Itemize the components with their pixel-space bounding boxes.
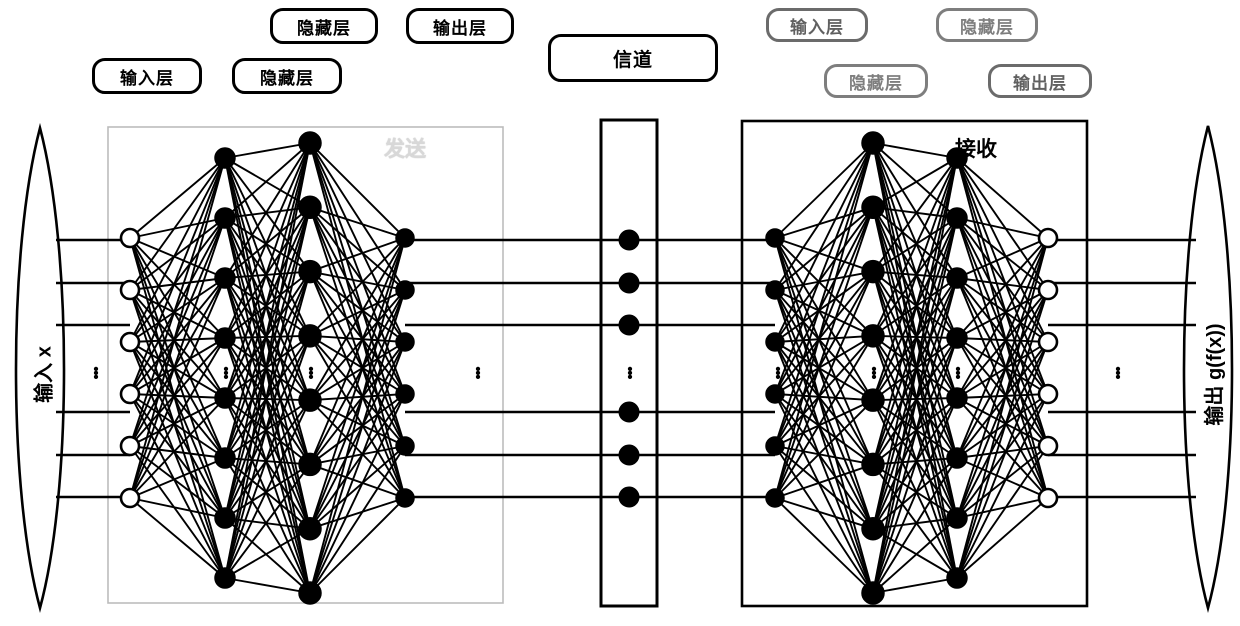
label-tx-hidden-layer-2[interactable]: 隐藏层 [270, 8, 378, 44]
label-text: 隐藏层 [260, 68, 314, 88]
side-label-input-text: 输入 x [33, 346, 56, 403]
side-label-output: 输出 g(f(x)) [1198, 302, 1227, 447]
label-rx-input-layer[interactable]: 输入层 [766, 8, 868, 42]
label-text: 信道 [612, 49, 653, 71]
label-text: 输入层 [120, 68, 174, 88]
ellipsis-rx-hidden2: • • • [955, 361, 961, 386]
caption-receiver: 接收 [955, 138, 997, 161]
label-rx-output-layer[interactable]: 输出层 [988, 64, 1092, 98]
label-text: 输入层 [790, 17, 844, 37]
label-text: 输出层 [433, 18, 487, 38]
receiver-network [765, 131, 1059, 605]
label-text: 隐藏层 [849, 73, 903, 93]
label-channel[interactable]: 信道 [548, 34, 718, 82]
label-text: 隐藏层 [297, 18, 351, 38]
ellipsis-channel: • • • [627, 361, 633, 386]
ellipsis-rx-output: • • • [1115, 361, 1121, 386]
ellipsis-tx-hidden2: • • • [308, 361, 314, 386]
ellipsis-rx-input: • • • [775, 361, 781, 386]
label-tx-input-layer[interactable]: 输入层 [92, 58, 202, 94]
label-tx-output-layer[interactable]: 输出层 [406, 8, 514, 44]
label-rx-hidden-layer-2[interactable]: 隐藏层 [824, 64, 928, 98]
label-rx-hidden-layer-1[interactable]: 隐藏层 [936, 8, 1038, 42]
label-text: 隐藏层 [960, 17, 1014, 37]
diagram-canvas: 输入层 隐藏层 隐藏层 输出层 信道 输入层 隐藏层 隐藏层 输出层 发送 接收… [0, 0, 1240, 626]
caption-transmitter: 发送 [384, 138, 426, 161]
ellipsis-tx-output: • • • [475, 361, 481, 386]
ellipsis-input-rail: • • • [93, 361, 99, 386]
side-label-output-text: 输出 g(f(x)) [1204, 323, 1226, 426]
side-label-input: 输入 x [28, 320, 57, 430]
ellipsis-rx-hidden1: • • • [871, 361, 877, 386]
transmitter-network [119, 131, 415, 605]
label-tx-hidden-layer-1[interactable]: 隐藏层 [232, 58, 342, 94]
ellipsis-tx-hidden1: • • • [223, 361, 229, 386]
label-text: 输出层 [1013, 73, 1067, 93]
